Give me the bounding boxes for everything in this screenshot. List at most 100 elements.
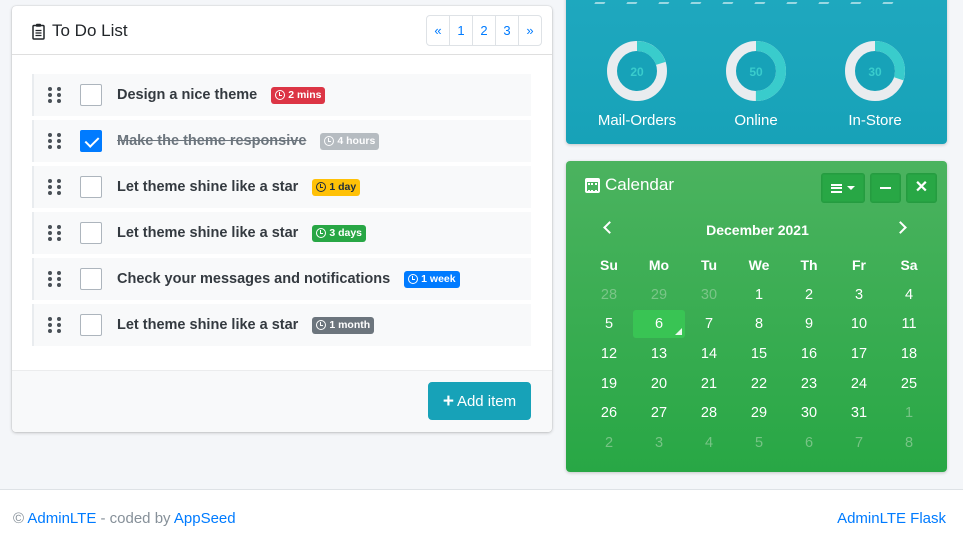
calendar-day[interactable]: 18: [884, 340, 934, 368]
add-item-button[interactable]: + Add item: [428, 382, 531, 420]
calendar-day[interactable]: 2: [784, 281, 834, 309]
pagination-page-3[interactable]: 3: [495, 15, 519, 46]
calendar-day[interactable]: 15: [734, 340, 784, 368]
calendar-day[interactable]: 20: [634, 370, 684, 398]
calendar-day[interactable]: 28: [584, 281, 634, 309]
sparkline-strip: [594, 0, 896, 4]
calendar-month[interactable]: December 2021: [585, 222, 930, 238]
knob-online[interactable]: 50: [726, 41, 786, 101]
pagination-next[interactable]: »: [518, 15, 542, 46]
calendar-day[interactable]: 14: [684, 340, 734, 368]
calendar-tools: ✕: [821, 173, 937, 203]
drag-handle-icon[interactable]: [48, 87, 62, 103]
minus-icon: [880, 186, 891, 190]
calendar-day[interactable]: 12: [584, 340, 634, 368]
todo-checkbox[interactable]: [80, 268, 102, 290]
todo-card-title: To Do List: [32, 21, 128, 41]
bars-icon: [831, 183, 842, 193]
calendar-day[interactable]: 30: [684, 281, 734, 309]
calendar-day[interactable]: 6: [784, 429, 834, 457]
calendar-day[interactable]: 30: [784, 399, 834, 427]
calendar-day[interactable]: 2: [584, 429, 634, 457]
appseed-link[interactable]: AppSeed: [174, 510, 236, 527]
time-badge-text: 1 day: [329, 180, 357, 193]
todo-checkbox[interactable]: [80, 84, 102, 106]
todo-card-header: To Do List « 1 2 3 »: [12, 6, 552, 55]
calendar-day[interactable]: 4: [684, 429, 734, 457]
knob-mail-orders[interactable]: 20: [607, 41, 667, 101]
calendar-day[interactable]: 29: [734, 399, 784, 427]
calendar-day[interactable]: 5: [584, 310, 634, 338]
calendar-day[interactable]: 3: [634, 429, 684, 457]
calendar-day[interactable]: 7: [684, 310, 734, 338]
calendar-day[interactable]: 22: [734, 370, 784, 398]
drag-handle-icon[interactable]: [48, 133, 62, 149]
calendar-day[interactable]: 5: [734, 429, 784, 457]
weekday-label: Mo: [648, 256, 670, 273]
caret-down-icon: [847, 186, 855, 190]
calendar-day[interactable]: 4: [884, 281, 934, 309]
calendar-day[interactable]: 21: [684, 370, 734, 398]
calendar-day[interactable]: 9: [784, 310, 834, 338]
calendar-day[interactable]: 3: [834, 281, 884, 309]
todo-item: Make the theme responsive 4 hours: [32, 120, 531, 162]
adminlte-flask-link[interactable]: AdminLTE Flask: [837, 510, 946, 527]
drag-handle-icon[interactable]: [48, 317, 62, 333]
todo-checkbox[interactable]: [80, 176, 102, 198]
calendar-day[interactable]: 29: [634, 281, 684, 309]
weekday-label: Su: [600, 256, 618, 273]
calendar-menu-button[interactable]: [821, 173, 865, 203]
time-badge: 4 hours: [320, 132, 380, 150]
collapse-button[interactable]: [870, 173, 901, 203]
calendar-day[interactable]: 17: [834, 340, 884, 368]
drag-handle-icon[interactable]: [48, 225, 62, 241]
calendar-day[interactable]: 24: [834, 370, 884, 398]
pagination-prev[interactable]: «: [426, 15, 450, 46]
todo-item: Let theme shine like a star 3 days: [32, 212, 531, 254]
calendar-day[interactable]: 8: [734, 310, 784, 338]
time-badge-text: 2 mins: [288, 88, 322, 101]
plus-icon: +: [442, 390, 454, 412]
calendar-day[interactable]: 7: [834, 429, 884, 457]
knob-in-store[interactable]: 30: [845, 41, 905, 101]
time-badge-text: 1 month: [329, 318, 371, 331]
calendar-day[interactable]: 10: [834, 310, 884, 338]
todo-checkbox[interactable]: [80, 314, 102, 336]
add-item-label: Add item: [456, 392, 517, 410]
calendar-day[interactable]: 19: [584, 370, 634, 398]
calendar-day[interactable]: 31: [834, 399, 884, 427]
adminlte-link[interactable]: AdminLTE: [27, 510, 96, 527]
remove-button[interactable]: ✕: [906, 173, 937, 203]
clock-icon: [316, 228, 327, 238]
todo-list: Design a nice theme 2 mins Make the them…: [32, 74, 531, 350]
knob-value: 20: [630, 65, 644, 79]
todo-checkbox[interactable]: [80, 130, 102, 152]
time-badge: 2 mins: [271, 86, 326, 104]
calendar-day[interactable]: 13: [634, 340, 684, 368]
calendar-day[interactable]: 1: [884, 399, 934, 427]
calendar-day[interactable]: 27: [634, 399, 684, 427]
todo-checkbox[interactable]: [80, 222, 102, 244]
time-badge-text: 3 days: [329, 226, 363, 239]
calendar-grid: Su Mo Tu We Th Fr Sa 28 29 30 1 2 3 4 5 6 7 8 9 10 11 12 13 14 1…: [584, 250, 934, 458]
pagination-page-2[interactable]: 2: [472, 15, 496, 46]
calendar-day[interactable]: 11: [884, 310, 934, 338]
todo-item: Design a nice theme 2 mins: [32, 74, 531, 116]
calendar-day[interactable]: 25: [884, 370, 934, 398]
pagination-page-1[interactable]: 1: [449, 15, 473, 46]
todo-item-text: Make the theme responsive: [117, 133, 307, 149]
calendar-day[interactable]: 26: [584, 399, 634, 427]
knob-value: 30: [868, 65, 882, 79]
todo-card-footer: + Add item: [12, 370, 552, 432]
calendar-day[interactable]: 1: [734, 281, 784, 309]
calendar-day[interactable]: 28: [684, 399, 734, 427]
calendar-day[interactable]: 16: [784, 340, 834, 368]
todo-pagination: « 1 2 3 »: [426, 15, 542, 46]
calendar-day-today[interactable]: 6: [633, 310, 685, 339]
calendar-title-text: Calendar: [605, 175, 674, 194]
drag-handle-icon[interactable]: [48, 179, 62, 195]
drag-handle-icon[interactable]: [48, 271, 62, 287]
week-row: 28 29 30 1 2 3 4: [584, 280, 934, 310]
calendar-day[interactable]: 23: [784, 370, 834, 398]
calendar-day[interactable]: 8: [884, 429, 934, 457]
